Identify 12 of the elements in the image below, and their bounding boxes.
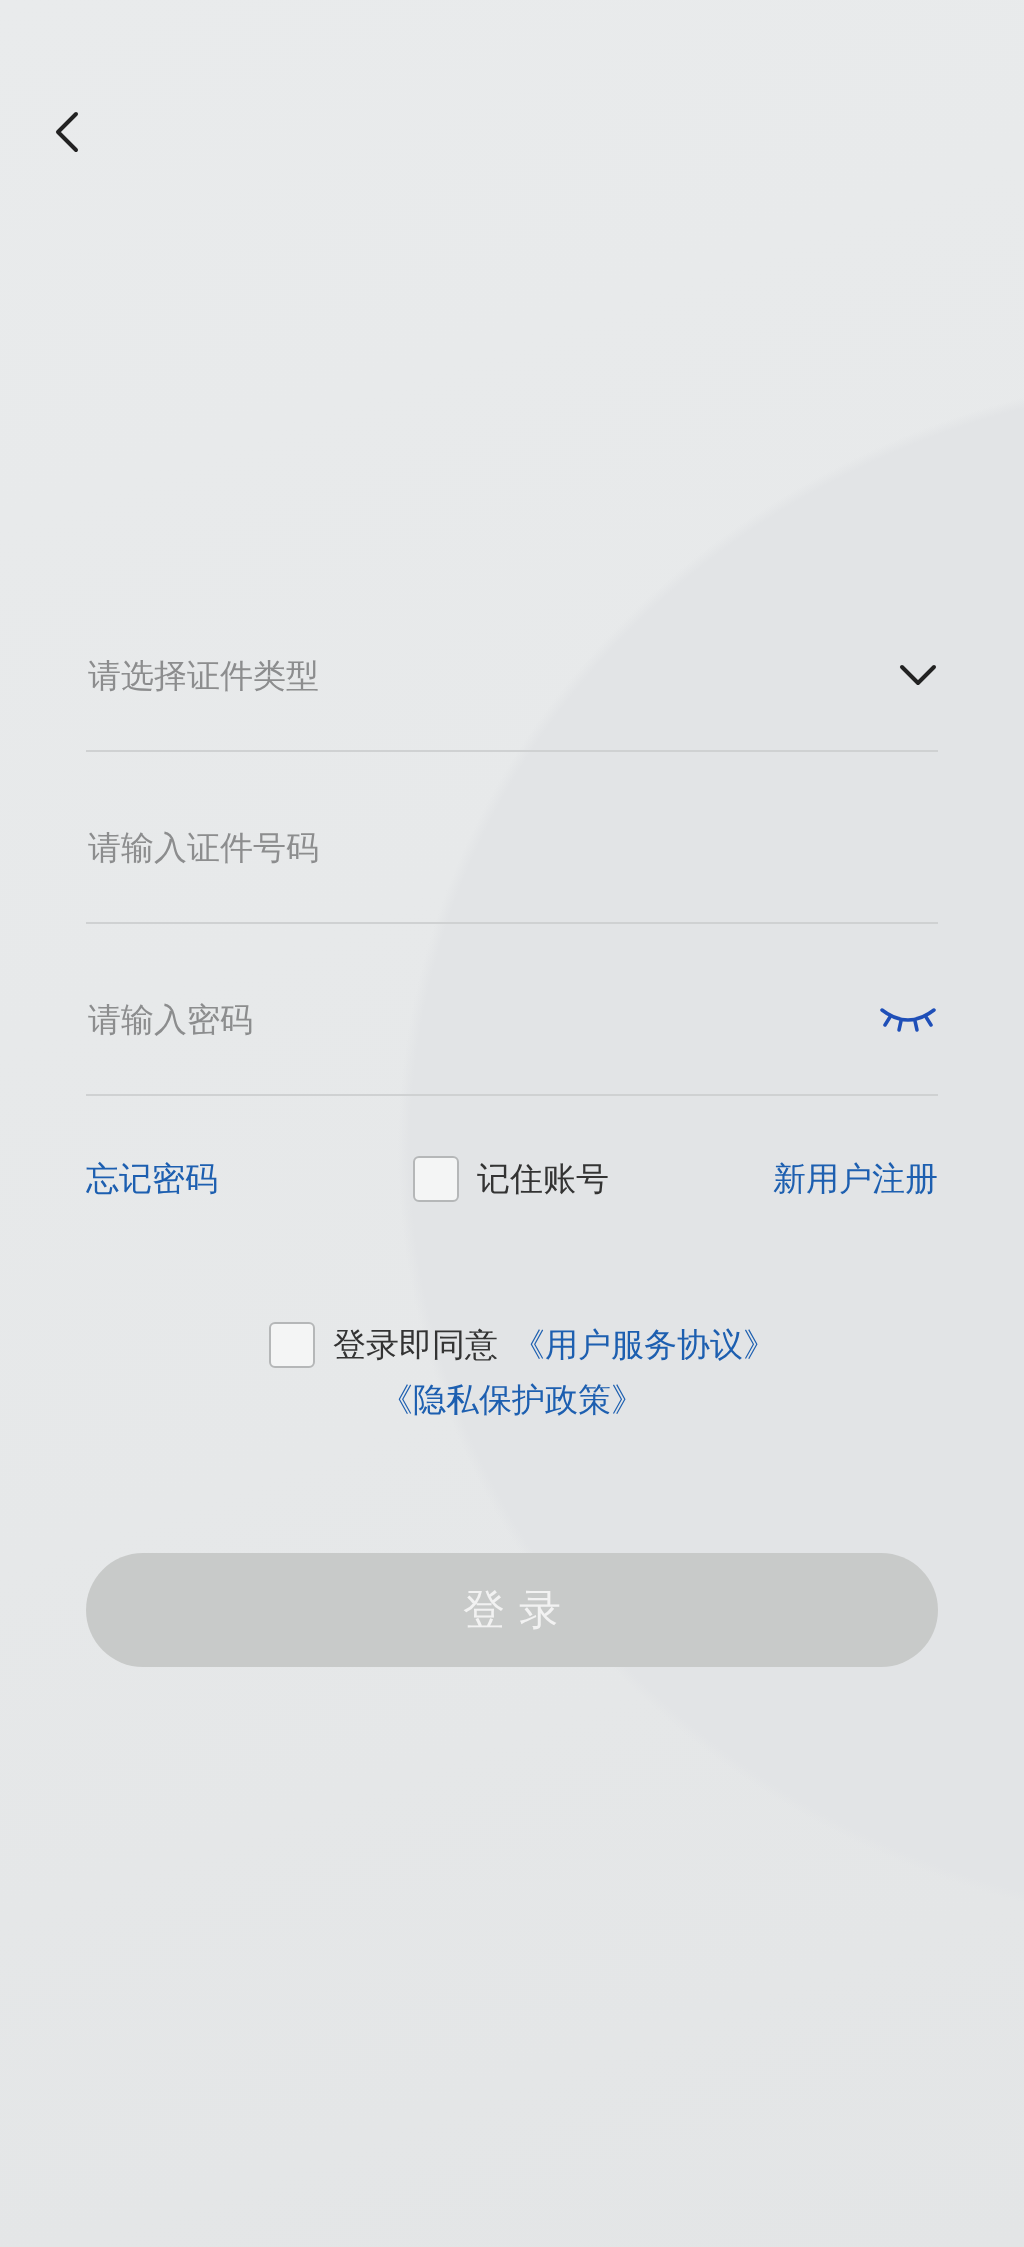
remember-checkbox[interactable] [412,1156,459,1202]
input-field[interactable]: 请选择证件类型 [86,654,898,696]
register-link[interactable]: 新用户注册 [773,1156,938,1202]
agreement-text: 登录即同意 [332,1323,498,1366]
input-field[interactable]: 请输入证件号码 [86,826,938,868]
forgot-password-link[interactable]: 忘记密码 [86,1156,218,1202]
agreement-checkbox[interactable] [268,1322,315,1368]
privacy-link[interactable]: 《隐私保护政策》 [380,1378,644,1423]
remember-label: 记住账号 [476,1157,609,1200]
terms-link[interactable]: 《用户服务协议》 [511,1322,776,1368]
chevron-down-icon[interactable] [898,663,938,687]
input-field[interactable]: 请输入密码 [86,998,878,1040]
